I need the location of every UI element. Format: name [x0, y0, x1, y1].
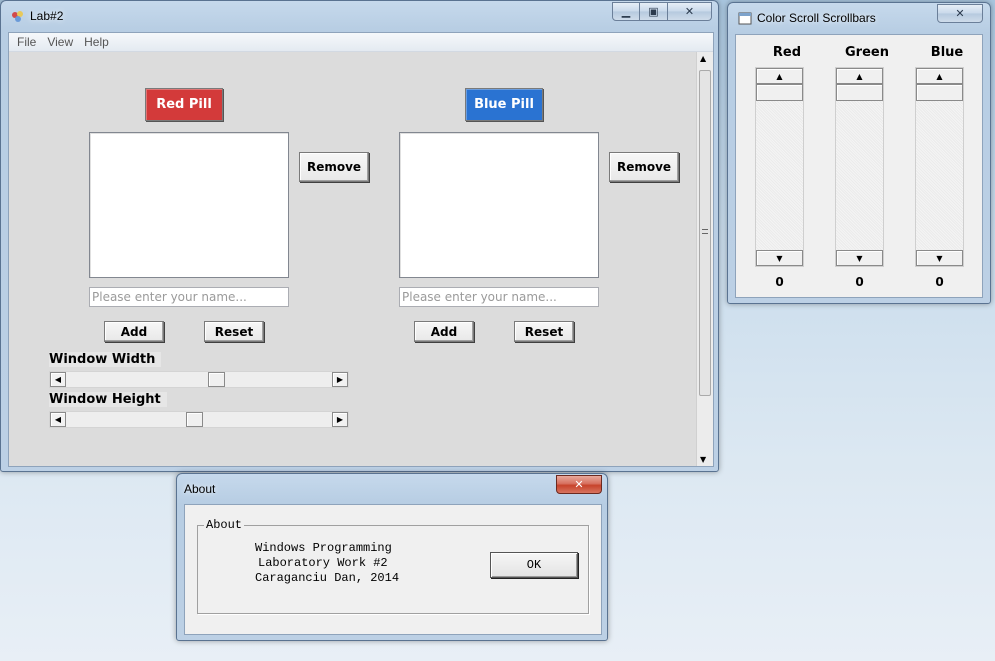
lab-window: Lab#2 ▁ ▣ ✕ File View Help Red Pill Remo…	[0, 0, 719, 472]
left-name-input[interactable]: Please enter your name...	[89, 287, 289, 307]
ok-button[interactable]: OK	[490, 552, 578, 578]
about-dialog: About ✕ About Windows Programming Labora…	[176, 473, 608, 641]
red-scrollbar[interactable]: ▲ ▼	[755, 67, 804, 267]
scroll-down-arrow-icon[interactable]: ▼	[836, 250, 883, 266]
scroll-right-arrow-icon[interactable]: ▶	[332, 412, 348, 427]
blue-scrollbar[interactable]: ▲ ▼	[915, 67, 964, 267]
blue-value: 0	[935, 275, 944, 289]
blue-pill-button[interactable]: Blue Pill	[465, 88, 543, 121]
menu-view[interactable]: View	[42, 33, 79, 51]
blue-scroll-thumb[interactable]	[916, 84, 963, 101]
menu-help[interactable]: Help	[79, 33, 115, 51]
scroll-up-arrow-icon[interactable]: ▲	[756, 68, 803, 84]
color-client-area: Red Green Blue ▲ ▼ ▲ ▼ ▲ ▼ 0 0 0	[735, 34, 983, 298]
scroll-down-arrow-icon[interactable]: ▼	[756, 250, 803, 266]
close-icon: ✕	[955, 7, 965, 20]
color-title: Color Scroll Scrollbars	[757, 11, 876, 25]
right-add-button[interactable]: Add	[414, 321, 474, 342]
window-width-scrollbar[interactable]: ◀ ▶	[49, 371, 349, 388]
about-line-2: Laboratory Work #2	[258, 556, 388, 570]
window-height-scrollbar[interactable]: ◀ ▶	[49, 411, 349, 428]
menu-file[interactable]: File	[12, 33, 42, 51]
close-button[interactable]: ✕	[668, 2, 712, 21]
main-vertical-scrollbar[interactable]: ▲ ▼	[696, 52, 713, 466]
height-scroll-thumb[interactable]	[186, 412, 203, 427]
right-reset-button[interactable]: Reset	[514, 321, 574, 342]
red-pill-button[interactable]: Red Pill	[145, 88, 223, 121]
lab-caption-buttons: ▁ ▣ ✕	[612, 2, 712, 21]
lab-titlebar[interactable]: Lab#2 ▁ ▣ ✕	[1, 1, 718, 31]
right-name-input[interactable]: Please enter your name...	[399, 287, 599, 307]
scroll-up-arrow-icon[interactable]: ▲	[836, 68, 883, 84]
green-label: Green	[845, 45, 889, 60]
red-scroll-thumb[interactable]	[756, 84, 803, 101]
app-icon	[12, 11, 23, 22]
scroll-down-arrow-icon[interactable]: ▼	[916, 250, 963, 266]
green-scroll-thumb[interactable]	[836, 84, 883, 101]
left-reset-button[interactable]: Reset	[204, 321, 264, 342]
scroll-left-arrow-icon[interactable]: ◀	[50, 412, 66, 427]
color-caption-buttons: ✕	[937, 4, 983, 23]
lab-client-area: File View Help Red Pill Remove Please en…	[8, 32, 714, 467]
minimize-button[interactable]: ▁	[612, 2, 640, 21]
red-value: 0	[775, 275, 784, 289]
lab-title: Lab#2	[30, 9, 64, 23]
left-listbox[interactable]	[89, 132, 289, 278]
scroll-down-arrow-icon[interactable]: ▼	[700, 455, 706, 464]
main-scroll-thumb[interactable]	[699, 70, 711, 396]
about-title: About	[184, 482, 216, 496]
scroll-up-arrow-icon[interactable]: ▲	[700, 54, 706, 63]
about-line-1: Windows Programming	[255, 541, 392, 555]
close-icon: ✕	[574, 478, 584, 491]
about-groupbox: About Windows Programming Laboratory Wor…	[197, 518, 589, 614]
scroll-left-arrow-icon[interactable]: ◀	[50, 372, 66, 387]
about-caption-buttons: ✕	[556, 475, 602, 494]
red-label: Red	[772, 45, 802, 60]
about-line-3: Caraganciu Dan, 2014	[255, 571, 400, 585]
window-icon	[738, 12, 752, 25]
close-button[interactable]: ✕	[937, 4, 983, 23]
maximize-button[interactable]: ▣	[640, 2, 668, 21]
about-group-title: About	[204, 518, 245, 532]
close-icon: ✕	[684, 5, 695, 18]
maximize-icon: ▣	[648, 5, 659, 18]
green-value: 0	[855, 275, 864, 289]
menu-bar: File View Help	[9, 33, 713, 52]
left-remove-button[interactable]: Remove	[299, 152, 369, 182]
color-scroll-window: Color Scroll Scrollbars ✕ Red Green Blue…	[727, 2, 991, 304]
about-client-area: About Windows Programming Laboratory Wor…	[184, 504, 602, 635]
window-height-label: Window Height	[49, 392, 167, 407]
scroll-up-arrow-icon[interactable]: ▲	[916, 68, 963, 84]
width-scroll-thumb[interactable]	[208, 372, 225, 387]
minimize-icon: ▁	[621, 5, 631, 18]
color-titlebar[interactable]: Color Scroll Scrollbars ✕	[728, 3, 990, 33]
close-button[interactable]: ✕	[556, 475, 602, 494]
scroll-right-arrow-icon[interactable]: ▶	[332, 372, 348, 387]
about-titlebar[interactable]: About ✕	[177, 474, 607, 504]
right-listbox[interactable]	[399, 132, 599, 278]
window-width-label: Window Width	[49, 352, 162, 367]
green-scrollbar[interactable]: ▲ ▼	[835, 67, 884, 267]
right-remove-button[interactable]: Remove	[609, 152, 679, 182]
left-add-button[interactable]: Add	[104, 321, 164, 342]
grip-icon	[702, 229, 708, 234]
blue-label: Blue	[930, 45, 964, 60]
